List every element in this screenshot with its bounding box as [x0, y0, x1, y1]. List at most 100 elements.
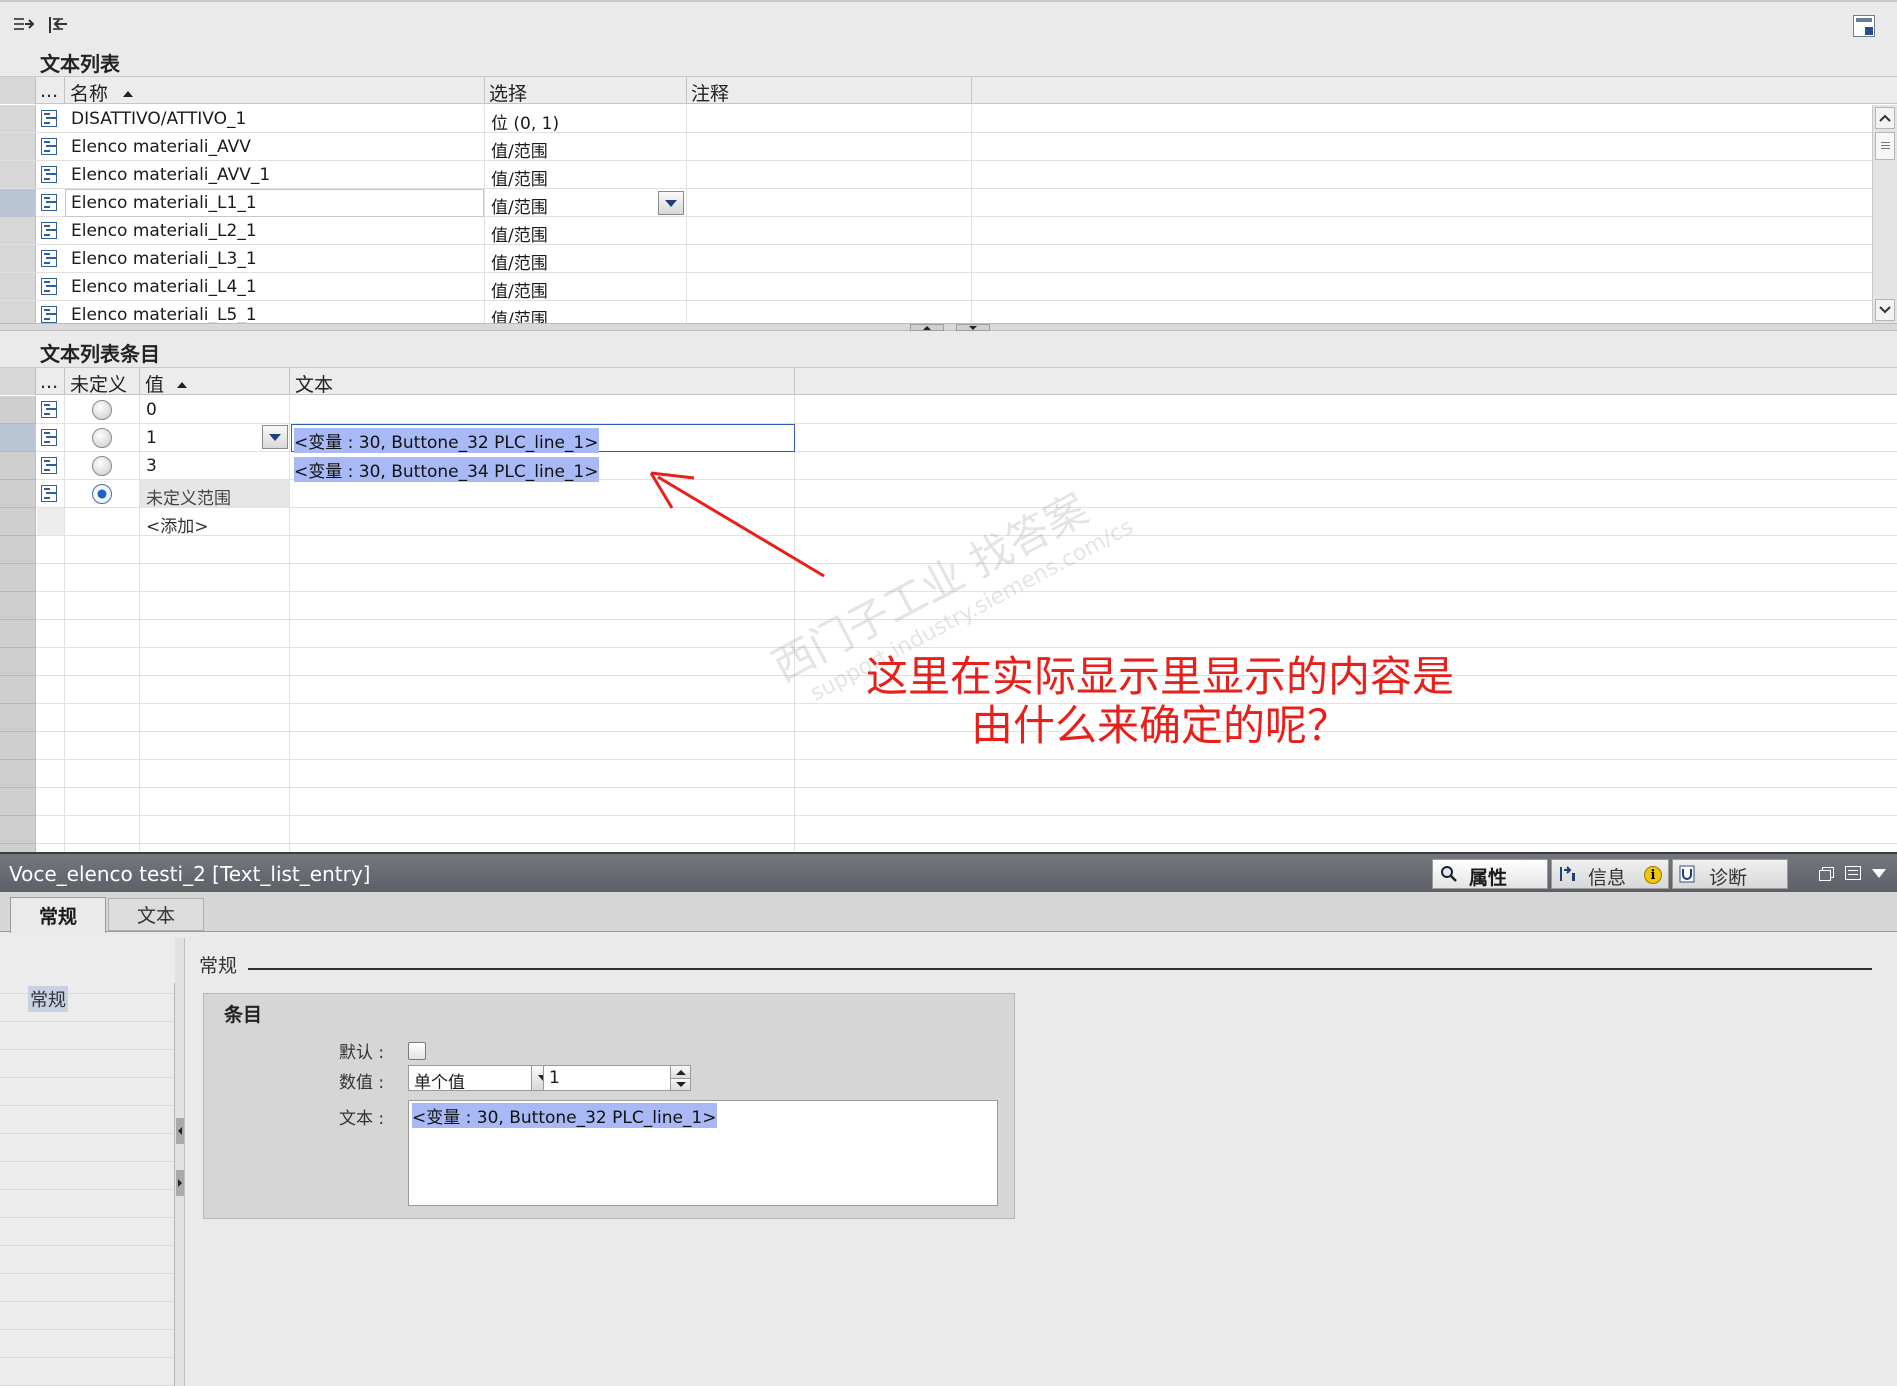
- text-field-value[interactable]: <变量 : 30, Buttone_32 PLC_line_1>: [412, 1103, 717, 1128]
- selection-cell[interactable]: 位 (0, 1): [491, 109, 559, 134]
- vertical-scrollbar[interactable]: [1872, 105, 1897, 324]
- subtab-general[interactable]: 常规: [10, 897, 106, 933]
- selection-cell[interactable]: 值/范围: [491, 305, 548, 324]
- name-cell[interactable]: Elenco materiali_L4_1: [71, 277, 257, 297]
- text-list-icon: [41, 306, 57, 323]
- inspector-title: Voce_elenco testi_2 [Text_list_entry]: [9, 862, 371, 886]
- tab-properties-label: 属性: [1469, 867, 1508, 889]
- selection-cell[interactable]: 值/范围: [491, 193, 548, 218]
- name-cell[interactable]: Elenco materiali_L3_1: [71, 249, 257, 269]
- expand-right-icon[interactable]: [176, 1170, 184, 1196]
- default-checkbox[interactable]: [408, 1042, 426, 1060]
- entries-section-title: 文本列表条目: [40, 342, 160, 366]
- column-dots[interactable]: ...: [40, 80, 58, 102]
- top-toolbar: [0, 0, 1897, 42]
- tab-properties[interactable]: 属性: [1432, 859, 1548, 889]
- spinner-up-icon[interactable]: [670, 1066, 690, 1078]
- add-entry-link[interactable]: <添加>: [146, 512, 209, 537]
- append-row-icon[interactable]: [47, 15, 69, 35]
- text-field[interactable]: <变量 : 30, Buttone_32 PLC_line_1>: [408, 1100, 998, 1206]
- selection-cell[interactable]: 值/范围: [491, 221, 548, 246]
- name-cell[interactable]: Elenco materiali_L2_1: [71, 221, 257, 241]
- spinner-down-icon[interactable]: [670, 1078, 690, 1090]
- splitter-down-icon[interactable]: [956, 324, 990, 331]
- default-label: 默认 :: [339, 1043, 385, 1063]
- column-dots[interactable]: ...: [40, 371, 58, 393]
- value-cell[interactable]: 0: [146, 400, 157, 420]
- entry-icon: [41, 429, 57, 446]
- column-comment[interactable]: 注释: [691, 79, 729, 106]
- table-row[interactable]: Elenco materiali_L2_1 值/范围: [0, 217, 1872, 246]
- column-undefined[interactable]: 未定义: [70, 370, 127, 397]
- undefined-radio[interactable]: [92, 456, 112, 476]
- text-list-icon: [41, 166, 57, 183]
- entries-body: 0 1 <变量 : 30, Buttone_32 PLC_line_1> 3 <…: [0, 396, 1897, 853]
- entry-icon: [41, 485, 57, 502]
- collapse-left-icon[interactable]: [176, 1118, 184, 1144]
- value-cell[interactable]: 1: [146, 428, 157, 448]
- name-cell[interactable]: Elenco materiali_AVV_1: [71, 165, 270, 185]
- pane-splitter[interactable]: [0, 323, 1897, 331]
- splitter-up-icon[interactable]: [910, 324, 944, 331]
- name-cell[interactable]: Elenco materiali_AVV: [71, 137, 251, 157]
- undefined-radio[interactable]: [92, 428, 112, 448]
- scroll-down-button[interactable]: [1875, 299, 1895, 321]
- entries-grid: ... 未定义 值 文本 0 1 <变量 : 30, Buttone_32 PL…: [0, 367, 1897, 853]
- text-cell[interactable]: <变量 : 30, Buttone_32 PLC_line_1>: [294, 428, 599, 453]
- value-cell[interactable]: 3: [146, 456, 157, 476]
- table-row[interactable]: Elenco materiali_L3_1 值/范围: [0, 245, 1872, 274]
- text-list-icon: [41, 110, 57, 127]
- pane-menu-chevron-icon[interactable]: [1872, 869, 1886, 878]
- value-spinner[interactable]: 1: [543, 1065, 691, 1091]
- nav-collapse-handle[interactable]: [175, 938, 185, 1386]
- table-row[interactable]: Elenco materiali_L4_1 值/范围: [0, 273, 1872, 302]
- scroll-up-button[interactable]: [1875, 107, 1895, 129]
- selection-cell[interactable]: 值/范围: [491, 165, 548, 190]
- text-list-icon: [41, 194, 57, 211]
- add-entry-row[interactable]: <添加>: [0, 508, 1897, 537]
- column-value[interactable]: 值: [145, 370, 164, 397]
- entry-row[interactable]: 0: [0, 396, 1897, 424]
- value-mode-select[interactable]: 单个值: [408, 1065, 554, 1093]
- entry-row[interactable]: 3 <变量 : 30, Buttone_34 PLC_line_1>: [0, 452, 1897, 482]
- inspector-nav: 常规: [0, 938, 175, 1386]
- layout-list-icon[interactable]: [1845, 866, 1861, 880]
- subtab-text[interactable]: 文本: [108, 898, 204, 931]
- undefined-radio[interactable]: [92, 400, 112, 420]
- window-layout-icon[interactable]: [1853, 15, 1875, 37]
- entry-row-selected[interactable]: 1 <变量 : 30, Buttone_32 PLC_line_1>: [0, 424, 1897, 453]
- entry-row[interactable]: 未定义范围: [0, 480, 1897, 509]
- properties-icon: [1440, 865, 1458, 883]
- table-row[interactable]: Elenco materiali_L5_1 值/范围: [0, 301, 1872, 324]
- value-dropdown-button[interactable]: [262, 425, 288, 449]
- restore-window-icon[interactable]: [1819, 867, 1834, 881]
- table-row[interactable]: Elenco materiali_AVV 值/范围: [0, 133, 1872, 162]
- name-cell[interactable]: DISATTIVO/ATTIVO_1: [71, 109, 246, 129]
- column-name[interactable]: 名称: [70, 79, 108, 106]
- table-row-selected[interactable]: Elenco materiali_L1_1 值/范围: [0, 189, 1872, 218]
- entry-group-box: 条目 默认 : 数值 : 单个值 1 文本 : <变量 : 30, Button…: [203, 993, 1015, 1219]
- column-selection[interactable]: 选择: [489, 79, 527, 106]
- value-cell[interactable]: 未定义范围: [146, 484, 231, 509]
- text-list-section-title: 文本列表: [40, 52, 120, 76]
- scroll-thumb[interactable]: [1875, 132, 1895, 160]
- selection-cell[interactable]: 值/范围: [491, 137, 548, 162]
- nav-general[interactable]: 常规: [28, 986, 68, 1012]
- undefined-radio-checked[interactable]: [92, 484, 112, 504]
- tab-diagnostics[interactable]: 诊断: [1672, 859, 1788, 889]
- text-label: 文本 :: [339, 1109, 385, 1129]
- value-spinner-input[interactable]: 1: [549, 1068, 560, 1088]
- column-text[interactable]: 文本: [295, 370, 333, 397]
- selection-cell[interactable]: 值/范围: [491, 249, 548, 274]
- selection-cell[interactable]: 值/范围: [491, 277, 548, 302]
- name-cell[interactable]: Elenco materiali_L1_1: [71, 193, 257, 213]
- tab-info[interactable]: 信息 i: [1551, 859, 1669, 889]
- sort-ascending-icon[interactable]: [177, 382, 187, 388]
- text-cell[interactable]: <变量 : 30, Buttone_34 PLC_line_1>: [294, 457, 599, 482]
- sort-ascending-icon[interactable]: [123, 91, 133, 97]
- name-cell[interactable]: Elenco materiali_L5_1: [71, 305, 257, 324]
- table-row[interactable]: Elenco materiali_AVV_1 值/范围: [0, 161, 1872, 190]
- selection-dropdown-button[interactable]: [658, 191, 684, 215]
- table-row[interactable]: DISATTIVO/ATTIVO_1 位 (0, 1): [0, 105, 1872, 134]
- insert-row-icon[interactable]: [13, 15, 35, 35]
